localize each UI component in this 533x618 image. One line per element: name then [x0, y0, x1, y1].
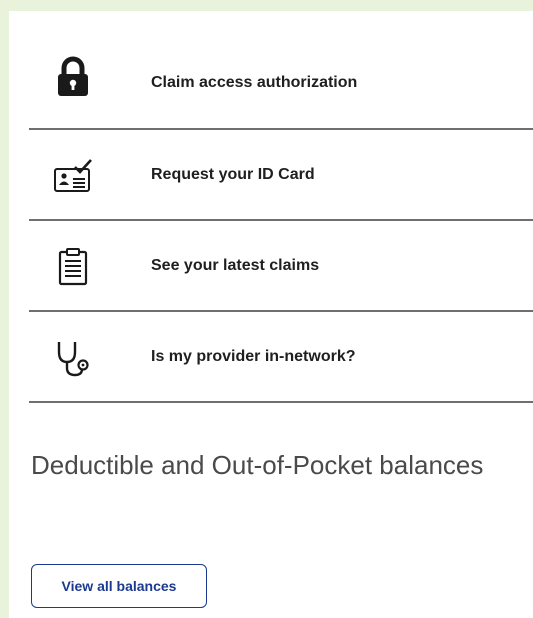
- quick-links-menu: Claim access authorization Request your …: [29, 11, 533, 403]
- menu-item-latest-claims[interactable]: See your latest claims: [29, 221, 533, 312]
- menu-item-claim-access-authorization[interactable]: Claim access authorization: [29, 11, 533, 130]
- menu-item-label: Request your ID Card: [151, 166, 315, 183]
- menu-item-label: Is my provider in-network?: [151, 348, 356, 365]
- quick-links-card: Claim access authorization Request your …: [9, 11, 533, 618]
- id-card-icon: [53, 156, 93, 196]
- menu-item-label: Claim access authorization: [151, 74, 358, 91]
- lock-icon: [53, 56, 93, 97]
- menu-item-provider-in-network[interactable]: Is my provider in-network?: [29, 312, 533, 403]
- menu-item-label: See your latest claims: [151, 257, 320, 274]
- menu-item-request-id-card[interactable]: Request your ID Card: [29, 130, 533, 221]
- clipboard-icon: [53, 247, 93, 287]
- stethoscope-icon: [53, 338, 93, 378]
- view-all-balances-button[interactable]: View all balances: [31, 564, 207, 608]
- balances-section-title: Deductible and Out-of-Pocket balances: [31, 450, 484, 480]
